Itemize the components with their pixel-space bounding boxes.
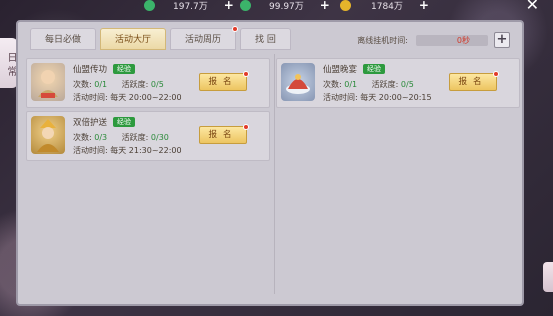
- exp-badge: 经验: [363, 64, 386, 74]
- exp-badge: 经验: [113, 64, 136, 74]
- activity-label: 活跃度:: [121, 133, 149, 142]
- currency-item: 99.97万 +: [240, 0, 330, 12]
- green-coin-icon: [144, 0, 155, 11]
- tab-label: 活动大厅: [115, 35, 152, 45]
- tab-activity-hall[interactable]: 活动大厅: [100, 28, 167, 50]
- idle-time-value: 0秒: [416, 34, 488, 46]
- count-value: 0/1: [94, 80, 108, 89]
- tab-label: 每日必做: [45, 35, 82, 45]
- activity-title-row: 仙盟传功 经验: [73, 63, 136, 75]
- activity-time: 活动时间: 每天 21:30~22:00: [73, 145, 182, 156]
- green-gem-icon: [240, 0, 251, 11]
- activity-panel: 每日必做 活动大厅 活动周历 找 回 离线挂机时间: 0秒 + 仙盟传功 经验 …: [16, 20, 524, 306]
- activity-time: 活动时间: 每天 20:00~22:00: [73, 92, 182, 103]
- escort-warrior-avatar-icon: [31, 116, 65, 154]
- tab-bar: 每日必做 活动大厅 活动周历 找 回: [30, 26, 291, 50]
- add-currency-button[interactable]: +: [224, 0, 234, 12]
- join-button-label: 报名: [208, 130, 238, 140]
- count-label: 次数:: [323, 80, 342, 89]
- notification-dot-icon: [243, 71, 249, 77]
- join-button[interactable]: 报名: [199, 124, 249, 144]
- activity-value: 0/5: [400, 80, 414, 89]
- count-label: 次数:: [73, 133, 92, 142]
- join-button[interactable]: 报名: [449, 71, 499, 91]
- time-value: 每天 20:00~20:15: [360, 93, 432, 102]
- offline-idle-time: 离线挂机时间: 0秒 +: [357, 32, 510, 48]
- activity-card: 双倍护送 经验 次数: 0/3 活跃度: 0/30 活动时间: 每天 21:30…: [26, 111, 270, 161]
- activity-stats: 次数: 0/1 活跃度: 0/5: [73, 79, 164, 90]
- activity-card: 仙盟传功 经验 次数: 0/1 活跃度: 0/5 活动时间: 每天 20:00~…: [26, 58, 270, 108]
- gold-coin-icon: [340, 0, 351, 11]
- tab-retrieve[interactable]: 找 回: [240, 28, 291, 50]
- activity-value: 0/5: [150, 80, 164, 89]
- currency-value: 197.7万: [173, 1, 208, 12]
- tab-daily-must[interactable]: 每日必做: [30, 28, 97, 50]
- notification-dot-icon: [243, 124, 249, 130]
- activity-title-row: 双倍护送 经验: [73, 116, 136, 128]
- activity-name: 双倍护送: [73, 118, 108, 128]
- add-idle-time-button[interactable]: +: [494, 32, 510, 48]
- time-value: 每天 21:30~22:00: [110, 146, 182, 155]
- currency-item: 197.7万 +: [144, 0, 234, 12]
- time-label: 活动时间:: [323, 93, 358, 102]
- currency-value: 1784万: [371, 1, 403, 12]
- count-label: 次数:: [73, 80, 92, 89]
- activity-stats: 次数: 0/1 活跃度: 0/5: [323, 79, 414, 90]
- currency-bar: 197.7万 + 99.97万 + 1784万 +: [140, 0, 540, 12]
- activity-title-row: 仙盟晚宴 经验: [323, 63, 386, 75]
- currency-item: 1784万 +: [340, 0, 429, 12]
- close-icon[interactable]: ✕: [526, 0, 539, 13]
- time-value: 每天 20:00~22:00: [110, 93, 182, 102]
- activity-card: 仙盟晚宴 经验 次数: 0/1 活跃度: 0/5 活动时间: 每天 20:00~…: [276, 58, 520, 108]
- exp-badge: 经验: [113, 117, 136, 127]
- count-value: 0/3: [94, 133, 108, 142]
- notification-dot-icon: [493, 71, 499, 77]
- activity-label: 活跃度:: [121, 80, 149, 89]
- time-label: 活动时间:: [73, 146, 108, 155]
- join-button-label: 报名: [208, 77, 238, 87]
- join-button-label: 报名: [458, 77, 488, 87]
- time-label: 活动时间:: [73, 93, 108, 102]
- right-side-tab[interactable]: [543, 262, 553, 292]
- count-value: 0/1: [344, 80, 358, 89]
- activity-stats: 次数: 0/3 活跃度: 0/30: [73, 132, 169, 143]
- add-currency-button[interactable]: +: [320, 0, 330, 12]
- activity-name: 仙盟晚宴: [323, 65, 358, 75]
- activity-label: 活跃度:: [371, 80, 399, 89]
- activity-time: 活动时间: 每天 20:00~20:15: [323, 92, 432, 103]
- sect-elder-avatar-icon: [31, 63, 65, 101]
- currency-value: 99.97万: [269, 1, 304, 12]
- idle-label: 离线挂机时间:: [357, 35, 408, 45]
- tab-weekly-calendar[interactable]: 活动周历: [170, 26, 239, 50]
- activity-name: 仙盟传功: [73, 65, 108, 75]
- activity-value: 0/30: [150, 133, 169, 142]
- notification-dot-icon: [232, 26, 239, 32]
- add-currency-button[interactable]: +: [419, 0, 429, 12]
- banquet-dish-icon: [281, 63, 315, 101]
- join-button[interactable]: 报名: [199, 71, 249, 91]
- tab-label: 活动周历: [185, 35, 222, 45]
- column-divider: [274, 54, 275, 294]
- tab-label: 找 回: [255, 35, 276, 45]
